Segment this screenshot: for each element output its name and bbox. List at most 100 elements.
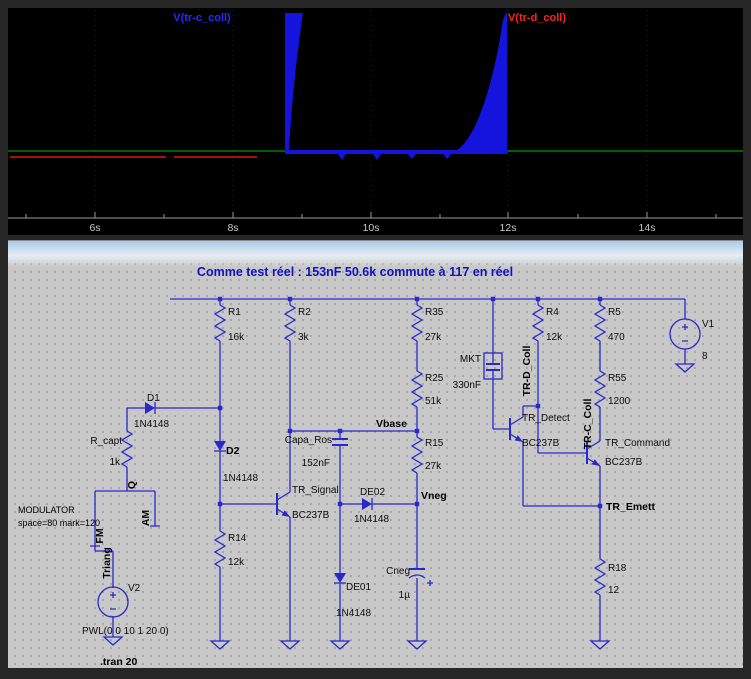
transistor-tr-command[interactable]: TR_Command BC237B — [586, 438, 670, 468]
component-name: R4 — [546, 307, 559, 318]
component-value: 8 — [702, 351, 708, 362]
tran-directive[interactable]: .tran 20 — [100, 656, 138, 668]
capacitor-capa-ros[interactable]: Capa_Ros 152nF — [285, 435, 349, 469]
component-value: 27k — [425, 461, 442, 472]
wires — [90, 298, 686, 641]
resistor-r15[interactable]: R15 27k — [411, 436, 444, 474]
component-value: 12k — [546, 332, 563, 343]
component-value: 1N4148 — [354, 514, 389, 525]
transistor-tr-detect[interactable]: TR_Detect BC237B — [509, 413, 570, 449]
component-value: 12 — [608, 585, 620, 596]
net-label-fm[interactable]: FM — [94, 528, 106, 543]
component-value: 1k — [109, 457, 121, 468]
capacitor-symbol — [331, 438, 349, 446]
resistor-symbol — [214, 304, 226, 342]
x-tick-label: 14s — [639, 222, 656, 234]
net-label-triang[interactable]: Triang — [101, 547, 113, 579]
component-value: BC237B — [605, 457, 643, 468]
resistor-symbol — [532, 304, 544, 342]
resistor-symbol — [411, 370, 423, 408]
resistor-r4[interactable]: R4 12k — [532, 304, 563, 343]
transistor-tr-signal[interactable]: TR_Signal BC237B — [276, 485, 339, 521]
component-name: TR_Command — [605, 438, 670, 449]
diode-de02[interactable]: DE02 1N4148 — [354, 487, 389, 525]
component-value: 51k — [425, 396, 442, 407]
voltage-source-v2[interactable]: V2 PWL(0 0 10 1 20 0) — [82, 583, 169, 637]
component-value: 1N4148 — [134, 419, 169, 430]
schematic-pane[interactable]: Comme test réel : 153nF 50.6k commute à … — [8, 240, 743, 668]
component-value: 152nF — [302, 458, 330, 469]
modulator-note-line1[interactable]: MODULATOR — [18, 505, 75, 515]
diode-d2[interactable]: D2 1N4148 — [213, 440, 258, 484]
net-label-tr-c-coll[interactable]: TR-C_Coll — [582, 399, 594, 450]
net-label-tr-emett[interactable]: TR_Emett — [606, 501, 656, 513]
resistor-r55[interactable]: R55 1200 — [594, 370, 631, 408]
resistor-r-capt[interactable]: R_capt 1k — [90, 430, 133, 468]
resistor-r5[interactable]: R5 470 — [594, 304, 625, 343]
component-value: 16k — [228, 332, 245, 343]
component-name: TR_Signal — [292, 485, 339, 496]
component-value: PWL(0 0 10 1 20 0) — [82, 626, 169, 637]
component-name: R5 — [608, 307, 621, 318]
component-name: R2 — [298, 307, 311, 318]
schematic-title[interactable]: Comme test réel : 153nF 50.6k commute à … — [197, 265, 513, 279]
resistor-symbol — [284, 304, 296, 342]
component-name: TR_Detect — [522, 413, 570, 424]
waveform-plot: 6s 8s 10s 12s 14s V(tr-c_coll) V(tr-d_co… — [8, 10, 743, 234]
ltspice-window: { "colors":{"wire":"#2828cc","title":"#1… — [0, 0, 751, 679]
x-tick-label: 10s — [363, 222, 380, 234]
component-value: 1N4148 — [223, 473, 258, 484]
resistor-symbol — [594, 558, 606, 596]
x-tick-label: 6s — [89, 222, 100, 234]
diode-d1[interactable]: D1 1N4148 — [134, 393, 169, 430]
net-label-vbase[interactable]: Vbase — [376, 418, 407, 430]
resistor-r14[interactable]: R14 12k — [214, 530, 247, 568]
diode-symbol — [213, 440, 227, 452]
component-name: D1 — [147, 393, 160, 404]
component-name: D2 — [226, 445, 240, 457]
component-value: 1µ — [399, 590, 411, 601]
trace-label-tr-c-coll[interactable]: V(tr-c_coll) — [173, 12, 231, 24]
schematic-canvas: Comme test réel : 153nF 50.6k commute à … — [18, 265, 715, 668]
component-name: R35 — [425, 307, 444, 318]
waveform-pane[interactable]: 6s 8s 10s 12s 14s V(tr-c_coll) V(tr-d_co… — [8, 8, 743, 235]
resistor-symbol — [214, 530, 226, 568]
component-value: 1N4148 — [336, 608, 371, 619]
component-name: R15 — [425, 438, 444, 449]
resistor-r25[interactable]: R25 51k — [411, 370, 444, 408]
capacitor-cneg[interactable]: Cneg 1µ — [386, 566, 434, 601]
npn-symbol — [276, 491, 291, 518]
component-value: 1200 — [608, 396, 631, 407]
net-label-q[interactable]: Q — [126, 481, 138, 489]
capacitor-mkt[interactable]: MKT 330nF — [453, 352, 503, 391]
component-name: MKT — [460, 354, 481, 365]
source-symbol — [669, 318, 701, 350]
component-name: R18 — [608, 563, 627, 574]
resistor-r1[interactable]: R1 16k — [214, 304, 245, 343]
component-name: Capa_Ros — [285, 435, 332, 446]
trace-label-tr-d-coll[interactable]: V(tr-d_coll) — [508, 12, 566, 24]
source-symbol — [97, 586, 129, 618]
resistor-r2[interactable]: R2 3k — [284, 304, 311, 343]
component-name: R_capt — [90, 436, 122, 447]
resistor-symbol — [594, 370, 606, 408]
net-label-am[interactable]: AM — [140, 510, 152, 527]
x-axis: 6s 8s 10s 12s 14s — [8, 212, 743, 234]
component-value: BC237B — [522, 438, 560, 449]
component-value: 3k — [298, 332, 310, 343]
modulator-note-line2[interactable]: space=80 mark=120 — [18, 518, 100, 528]
resistor-r18[interactable]: R18 12 — [594, 558, 627, 596]
component-value: BC237B — [292, 510, 330, 521]
component-name: R55 — [608, 373, 627, 384]
resistor-r35[interactable]: R35 27k — [411, 304, 444, 343]
component-name: R14 — [228, 533, 247, 544]
component-name: V2 — [128, 583, 141, 594]
annotations: MODULATOR space=80 mark=120 .tran 20 — [18, 505, 138, 668]
plot-gridlines — [94, 10, 648, 218]
net-label-tr-d-coll[interactable]: TR-D_Coll — [521, 346, 533, 397]
component-name: Cneg — [386, 566, 410, 577]
voltage-source-v1[interactable]: V1 8 — [669, 318, 715, 362]
x-tick-label: 12s — [500, 222, 517, 234]
net-label-vneg[interactable]: Vneg — [421, 490, 447, 502]
component-name: R25 — [425, 373, 444, 384]
